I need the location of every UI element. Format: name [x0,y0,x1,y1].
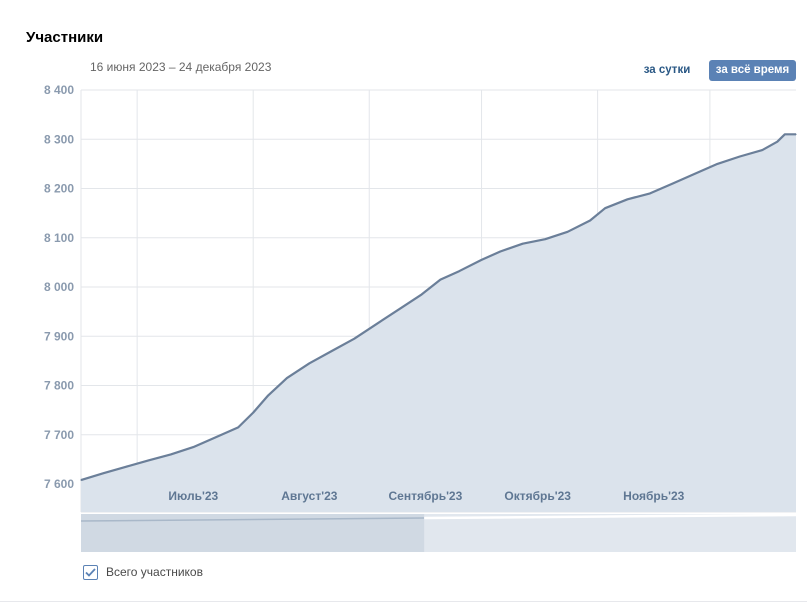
x-tick-label: Сентябрь'23 [388,489,462,503]
data-point [716,163,718,165]
y-tick-label: 7 700 [44,428,74,442]
data-point [499,250,501,253]
data-point [331,350,333,352]
data-point [215,436,217,438]
data-point [739,155,741,158]
y-tick-label: 8 400 [44,83,74,97]
y-tick-label: 7 600 [44,477,74,491]
checkmark-icon [85,567,96,577]
y-tick-label: 8 100 [44,231,74,245]
y-tick-label: 8 200 [44,182,74,196]
data-point [102,472,105,474]
y-tick-label: 8 300 [44,132,74,146]
data-point [192,446,194,448]
divider [0,601,807,602]
x-tick-label: Июль'23 [168,489,218,503]
data-point [252,411,254,414]
data-point [795,133,797,135]
x-tick-label: Август'23 [281,489,337,503]
data-point [694,173,696,175]
data-point [170,453,172,456]
data-point [421,293,423,295]
data-point [761,149,763,151]
data-point [776,141,778,143]
data-point [353,338,355,340]
data-point [308,362,310,364]
data-point [398,308,400,310]
data-point [237,426,239,428]
x-tick-label: Октябрь'23 [504,489,571,503]
data-point [604,207,606,209]
data-point [458,270,460,272]
x-tick-label: Ноябрь'23 [623,489,684,503]
data-point [480,259,483,261]
y-tick-label: 7 900 [44,329,74,343]
data-point [147,459,149,461]
legend-item[interactable]: Всего участников [83,563,203,581]
data-point [267,394,269,396]
data-point [439,279,441,281]
checkbox[interactable] [83,564,98,580]
members-chart: 7 600 7 700 7 800 7 900 8 000 8 100 8 200 8 300… [44,83,797,552]
y-tick-label: 8 000 [44,280,74,294]
data-point [80,479,82,481]
data-point [125,466,127,468]
data-point [544,238,546,240]
data-point [589,219,591,222]
data-point [784,133,786,135]
data-point [522,243,524,245]
data-point [376,323,378,325]
data-point [286,377,288,379]
legend-label: Всего участников [106,565,203,579]
data-point [671,182,674,185]
data-point [567,231,569,233]
data-point [649,192,651,195]
data-point [626,198,629,200]
y-tick-label: 7 800 [44,379,74,393]
